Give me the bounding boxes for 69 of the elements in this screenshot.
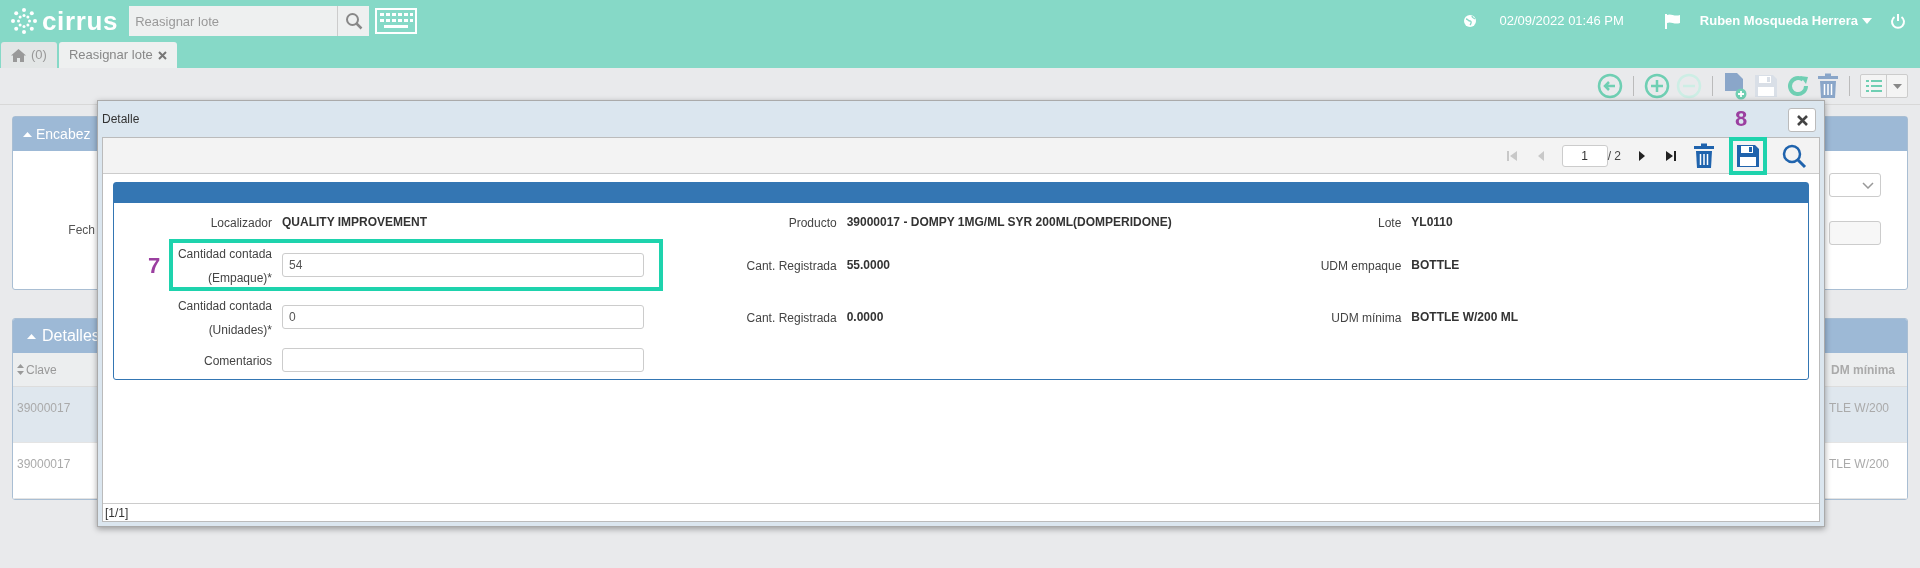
- search-icon[interactable]: [1781, 142, 1807, 169]
- field-label: Cant. Registrada: [746, 259, 837, 273]
- field-label: Localizador: [210, 216, 272, 230]
- caret-icon: [1892, 83, 1902, 89]
- refresh-icon[interactable]: [1785, 73, 1811, 99]
- table-cell-text: 39000017: [17, 456, 71, 473]
- field-value: BOTTLE W/200 ML: [1411, 309, 1518, 326]
- callout-number: 7: [148, 251, 161, 280]
- input-field[interactable]: [282, 348, 644, 372]
- field-label: Producto: [788, 216, 837, 230]
- field-value: 39000017 - DOMPY 1MG/ML SYR 200ML(DOMPERIDONE): [846, 214, 1172, 231]
- table-cell-text: TLE W/200: [1828, 400, 1890, 417]
- table-cell-text: 39000017: [17, 400, 71, 417]
- date-time: 02/09/2022 01:46 PM: [1499, 12, 1624, 31]
- field-label: Cantidad contada (Unidades)*: [177, 299, 272, 337]
- trash-icon[interactable]: [1817, 73, 1839, 99]
- close-button[interactable]: [1788, 108, 1816, 132]
- user-menu[interactable]: Ruben Mosqueda Herrera: [1699, 11, 1872, 31]
- close-icon: [1796, 114, 1808, 126]
- column-header[interactable]: Clave: [26, 360, 57, 379]
- page-number-field[interactable]: 1: [1561, 144, 1608, 167]
- field-label: Cant. Registrada: [746, 311, 837, 325]
- field-label: UDM empaque: [1320, 259, 1402, 273]
- list-icon: [1865, 80, 1882, 92]
- caret-icon: [1862, 18, 1872, 24]
- search-field[interactable]: Reasignar lote: [129, 6, 338, 36]
- dialog-title: Detalle: [102, 111, 140, 128]
- left-arrow-circle-icon[interactable]: [1597, 73, 1623, 99]
- logo-text: cirrus: [42, 8, 119, 34]
- tab[interactable]: Reasignar lote: [58, 42, 177, 68]
- chevron-down-icon: [1862, 181, 1874, 189]
- close-icon[interactable]: [157, 50, 167, 60]
- panel-title: Encabez: [36, 124, 91, 144]
- power-icon[interactable]: [1890, 13, 1906, 29]
- field-label: Lote: [1377, 216, 1402, 230]
- plus-circle-icon[interactable]: [1644, 73, 1670, 99]
- field-value: 0.0000: [846, 309, 884, 326]
- panel-title: Detalles: [42, 326, 100, 346]
- tab[interactable]: (0): [1, 42, 57, 68]
- sort-icon[interactable]: [17, 364, 24, 375]
- input-field[interactable]: [1829, 221, 1881, 245]
- field-value: 55.0000: [846, 257, 891, 274]
- page-count: / 2: [1607, 147, 1621, 165]
- table-cell-text: TLE W/200: [1828, 456, 1890, 473]
- flag-icon[interactable]: [1663, 13, 1682, 29]
- field-value: BOTTLE: [1411, 257, 1460, 274]
- column-header[interactable]: DM mínima: [1831, 360, 1903, 379]
- record-count: [1/1]: [104, 504, 129, 522]
- new-document-icon[interactable]: [1723, 72, 1747, 100]
- trash-icon[interactable]: [1693, 142, 1715, 169]
- field-value: YL0110: [1411, 214, 1453, 231]
- home-icon: [11, 48, 26, 62]
- field-label: UDM mínima: [1331, 311, 1402, 325]
- list-menu-button[interactable]: [1860, 74, 1908, 98]
- input-field[interactable]: 0: [282, 305, 644, 329]
- field-label: Cantidad contada (Empaque)*: [177, 247, 272, 285]
- caret-icon[interactable]: [23, 131, 32, 137]
- field-label: Fech: [68, 223, 95, 237]
- search-icon: [344, 12, 363, 30]
- select-field[interactable]: [1829, 173, 1881, 197]
- keyboard-icon[interactable]: [375, 8, 418, 34]
- callout-number: 8: [1735, 107, 1748, 130]
- input-field[interactable]: 54: [282, 253, 644, 277]
- globe-icon: [1463, 14, 1478, 28]
- dots-logo-icon: [10, 7, 38, 35]
- search-button[interactable]: [337, 6, 370, 36]
- field-label: Comentarios: [203, 354, 272, 368]
- field-value: QUALITY IMPROVEMENT: [282, 214, 428, 231]
- caret-icon[interactable]: [27, 333, 36, 339]
